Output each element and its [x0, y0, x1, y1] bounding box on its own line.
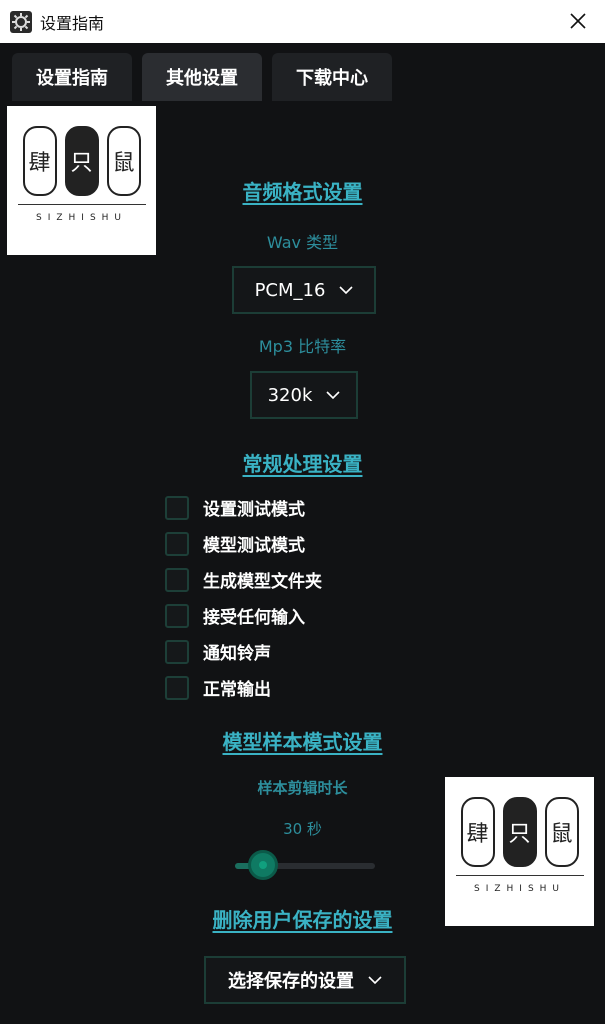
- wav-type-value: PCM_16: [254, 279, 326, 301]
- checkbox[interactable]: [165, 603, 189, 628]
- option-model-test-mode[interactable]: 模型测试模式: [165, 531, 305, 556]
- watermark-logo: 肆 只 鼠 SIZHISHU: [445, 777, 594, 926]
- logo-glyph: 鼠: [544, 797, 579, 867]
- logo-glyph: 肆: [460, 797, 495, 867]
- checkbox[interactable]: [165, 675, 189, 700]
- option-accept-any-input[interactable]: 接受任何输入: [165, 603, 305, 628]
- tab-download-center[interactable]: 下载中心: [272, 53, 392, 101]
- option-generate-model-folder[interactable]: 生成模型文件夹: [165, 567, 322, 592]
- option-settings-test-mode[interactable]: 设置测试模式: [165, 495, 305, 520]
- sample-section-title: 模型样本模式设置: [222, 730, 383, 754]
- checkbox[interactable]: [165, 531, 189, 556]
- checkbox[interactable]: [165, 639, 189, 664]
- checkbox-label: 设置测试模式: [203, 500, 305, 520]
- checkbox[interactable]: [165, 567, 189, 592]
- checkbox-label: 接受任何输入: [203, 608, 305, 628]
- watermark-logo: 肆 只 鼠 SIZHISHU: [7, 106, 156, 255]
- close-icon: [570, 13, 586, 29]
- logo-divider: [17, 204, 146, 205]
- mp3-bitrate-value: 320k: [267, 384, 313, 406]
- tab-settings-guide[interactable]: 设置指南: [12, 53, 132, 101]
- wav-type-dropdown[interactable]: PCM_16: [232, 266, 376, 314]
- close-button[interactable]: [565, 8, 591, 34]
- logo-glyph: 只: [64, 126, 99, 196]
- option-normal-output[interactable]: 正常输出: [165, 675, 271, 700]
- slider-thumb[interactable]: [248, 850, 278, 880]
- logo-divider: [455, 875, 584, 876]
- chevron-down-icon: [368, 976, 382, 985]
- mp3-bitrate-dropdown[interactable]: 320k: [250, 371, 358, 419]
- checkbox[interactable]: [165, 495, 189, 520]
- logo-glyph: 肆: [22, 126, 57, 196]
- title-bar: 设置指南: [0, 0, 605, 43]
- option-notification-sound[interactable]: 通知铃声: [165, 639, 271, 664]
- general-section-title: 常规处理设置: [242, 452, 363, 476]
- chevron-down-icon: [339, 286, 353, 295]
- saved-settings-dropdown[interactable]: 选择保存的设置: [204, 956, 406, 1004]
- checkbox-label: 生成模型文件夹: [203, 572, 322, 592]
- tab-bar: 设置指南 其他设置 下载中心: [0, 43, 605, 101]
- logo-text: SIZHISHU: [35, 213, 128, 223]
- checkbox-label: 通知铃声: [203, 644, 271, 664]
- tab-other-settings[interactable]: 其他设置: [142, 53, 262, 101]
- chevron-down-icon: [326, 391, 340, 400]
- checkbox-label: 正常输出: [203, 680, 271, 700]
- gear-icon: [10, 10, 32, 33]
- checkbox-label: 模型测试模式: [203, 536, 305, 556]
- mp3-bitrate-label: Mp3 比特率: [258, 337, 347, 356]
- logo-glyph: 只: [502, 797, 537, 867]
- window-title: 设置指南: [40, 13, 105, 33]
- logo-glyph: 鼠: [106, 126, 141, 196]
- saved-settings-value: 选择保存的设置: [228, 971, 354, 992]
- logo-text: SIZHISHU: [473, 884, 566, 894]
- sample-duration-slider[interactable]: [235, 850, 375, 880]
